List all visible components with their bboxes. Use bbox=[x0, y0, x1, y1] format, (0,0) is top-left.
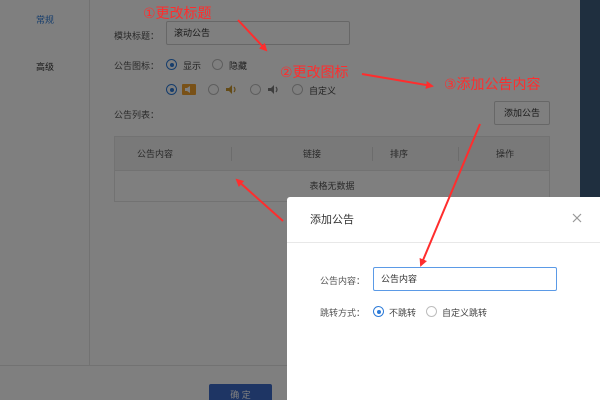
arrow-icon bbox=[419, 123, 481, 267]
arrow-icon bbox=[235, 178, 284, 222]
annotation-arrows bbox=[235, 19, 481, 267]
arrow-icon bbox=[361, 73, 434, 89]
arrow-icon bbox=[237, 19, 268, 52]
